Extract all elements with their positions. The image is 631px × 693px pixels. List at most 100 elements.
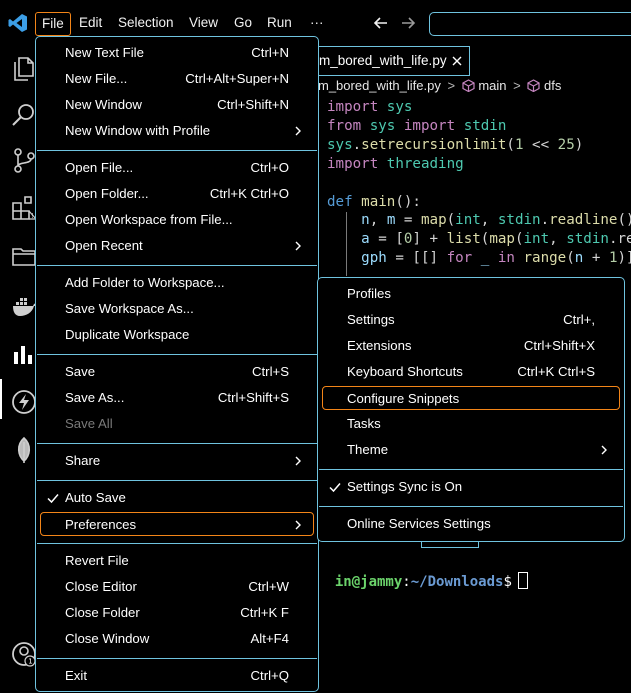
menu-item-open-recent[interactable]: Open Recent [37,234,317,258]
leaf-icon[interactable] [10,436,38,464]
breadcrumb-file[interactable]: m_bored_with_life.py [318,78,441,93]
menu-item-label: Exit [65,668,87,683]
menu-selection[interactable]: Selection [112,12,180,36]
keyboard-shortcut: Ctrl+Shift+S [217,390,289,405]
source-control-icon[interactable] [10,146,38,174]
menu-item-configure-snippets[interactable]: Configure Snippets [322,386,620,410]
terminal-cursor [517,572,528,589]
menu-separator [319,506,623,507]
menu-item-label: Add Folder to Workspace... [65,275,225,290]
close-icon[interactable] [451,55,463,67]
keyboard-shortcut: Ctrl+Q [250,668,289,683]
terminal-prompt-symbol: $ [503,574,512,590]
menu-item-new-file[interactable]: New File... Ctrl+Alt+Super+N [37,67,317,91]
menu-item-settings[interactable]: Settings Ctrl+, [319,308,623,332]
check-icon [329,483,341,493]
menu-item-save-all: Save All [37,412,317,436]
menu-item-tasks[interactable]: Tasks [319,412,623,436]
preferences-submenu: Profiles Settings Ctrl+, Extensions Ctrl+Shi… [317,277,625,542]
menu-item-share[interactable]: Share [37,449,317,473]
terminal-prompt[interactable]: in@jammy:~/Downloads$ [318,556,528,590]
keyboard-shortcut: Ctrl+O [250,160,289,175]
forward-arrow-icon[interactable] [399,14,417,32]
chevron-right-icon [601,445,607,455]
menu-item-label: New Window [65,97,142,112]
editor-tab[interactable]: m_bored_with_life.py [300,46,470,76]
back-arrow-icon[interactable] [372,14,390,32]
menu-item-auto-save[interactable]: Auto Save [37,486,317,510]
menu-item-settings-sync-is-on[interactable]: Settings Sync is On [319,475,623,499]
menu-item-label: Revert File [65,553,129,568]
menu-item-label: New Text File [65,45,144,60]
command-center-search[interactable] [429,12,631,36]
menu-item-label: Online Services Settings [347,516,491,531]
menu-item-label: Keyboard Shortcuts [347,364,463,379]
menu-item-add-folder-to-workspace[interactable]: Add Folder to Workspace... [37,271,317,295]
lightning-icon[interactable] [10,388,38,416]
menu-item-keyboard-shortcuts[interactable]: Keyboard Shortcuts Ctrl+K Ctrl+S [319,360,623,384]
menu-item-revert-file[interactable]: Revert File [37,549,317,573]
menu-go[interactable]: Go [228,12,258,36]
menu-item-new-window[interactable]: New Window Ctrl+Shift+N [37,93,317,117]
method-icon [527,79,540,93]
menu-item-open-file[interactable]: Open File... Ctrl+O [37,156,317,180]
breadcrumb-symbol-main[interactable]: main [478,78,506,93]
terminal-path: ~/Downloads [410,574,504,590]
menu-item-theme[interactable]: Theme [319,438,623,462]
menu-item-new-window-with-profile[interactable]: New Window with Profile [37,119,317,143]
menu-view[interactable]: View [183,12,224,36]
keyboard-shortcut: Ctrl+K F [240,605,289,620]
menu-item-label: Open Workspace from File... [65,212,233,227]
menu-more[interactable]: ··· [304,12,330,36]
keyboard-shortcut: Ctrl+, [563,312,595,327]
menu-item-label: Settings Sync is On [347,479,463,494]
account-icon[interactable]: 1 [10,640,38,668]
menu-item-label: Close Window [65,631,150,646]
menu-item-close-editor[interactable]: Close Editor Ctrl+W [37,575,317,599]
docker-icon[interactable] [10,292,38,320]
menu-item-save-workspace-as[interactable]: Save Workspace As... [37,297,317,321]
keyboard-shortcut: Ctrl+K Ctrl+O [209,186,289,201]
menu-item-save[interactable]: Save Ctrl+S [37,360,317,384]
explorer-icon[interactable] [10,54,38,82]
menu-item-exit[interactable]: Exit Ctrl+Q [37,664,317,688]
menu-item-save-as[interactable]: Save As... Ctrl+Shift+S [37,386,317,410]
menu-item-label: Open File... [65,160,134,175]
menu-edit[interactable]: Edit [73,12,108,36]
menu-item-open-workspace-from-file[interactable]: Open Workspace from File... [37,208,317,232]
menu-item-label: Close Editor [65,579,137,594]
folder-icon[interactable] [10,242,38,270]
check-icon [47,494,59,504]
extensions-icon[interactable]: ! [10,194,38,222]
menu-separator [37,265,317,266]
menu-item-label: Share [65,453,101,468]
menu-item-preferences[interactable]: Preferences [40,512,314,536]
chart-icon[interactable] [10,340,38,368]
code-line: import threading [327,155,464,172]
search-icon[interactable] [10,101,38,129]
code-line: gph = [[] for _ in range(n + 1)] [361,250,631,267]
menu-item-duplicate-workspace[interactable]: Duplicate Workspace [37,323,317,347]
menu-separator [37,443,317,444]
menu-item-open-folder[interactable]: Open Folder... Ctrl+K Ctrl+O [37,182,317,206]
menu-item-label: Settings [347,312,395,327]
menu-item-close-folder[interactable]: Close Folder Ctrl+K F [37,601,317,625]
keyboard-shortcut: Alt+F4 [250,631,289,646]
code-line: n, m = map(int, stdin.readline() [361,212,631,229]
menu-file[interactable]: File [35,12,71,36]
menu-separator [319,469,623,470]
menu-item-label: Auto Save [65,490,126,505]
menu-run[interactable]: Run [261,12,298,36]
menu-item-label: Save As... [65,390,125,405]
menu-item-new-text-file[interactable]: New Text File Ctrl+N [37,41,317,65]
menu-item-profiles[interactable]: Profiles [319,282,623,306]
menu-item-label: Configure Snippets [347,391,460,406]
menu-item-extensions[interactable]: Extensions Ctrl+Shift+X [319,334,623,358]
keyboard-shortcut: Ctrl+Shift+N [217,97,289,112]
menu-item-online-services-settings[interactable]: Online Services Settings [319,512,623,536]
breadcrumb-symbol-dfs[interactable]: dfs [544,78,561,93]
menu-item-label: Save All [65,416,113,431]
keyboard-shortcut: Ctrl+W [248,579,289,594]
menu-item-close-window[interactable]: Close Window Alt+F4 [37,627,317,651]
tab-title: m_bored_with_life.py [319,53,447,68]
